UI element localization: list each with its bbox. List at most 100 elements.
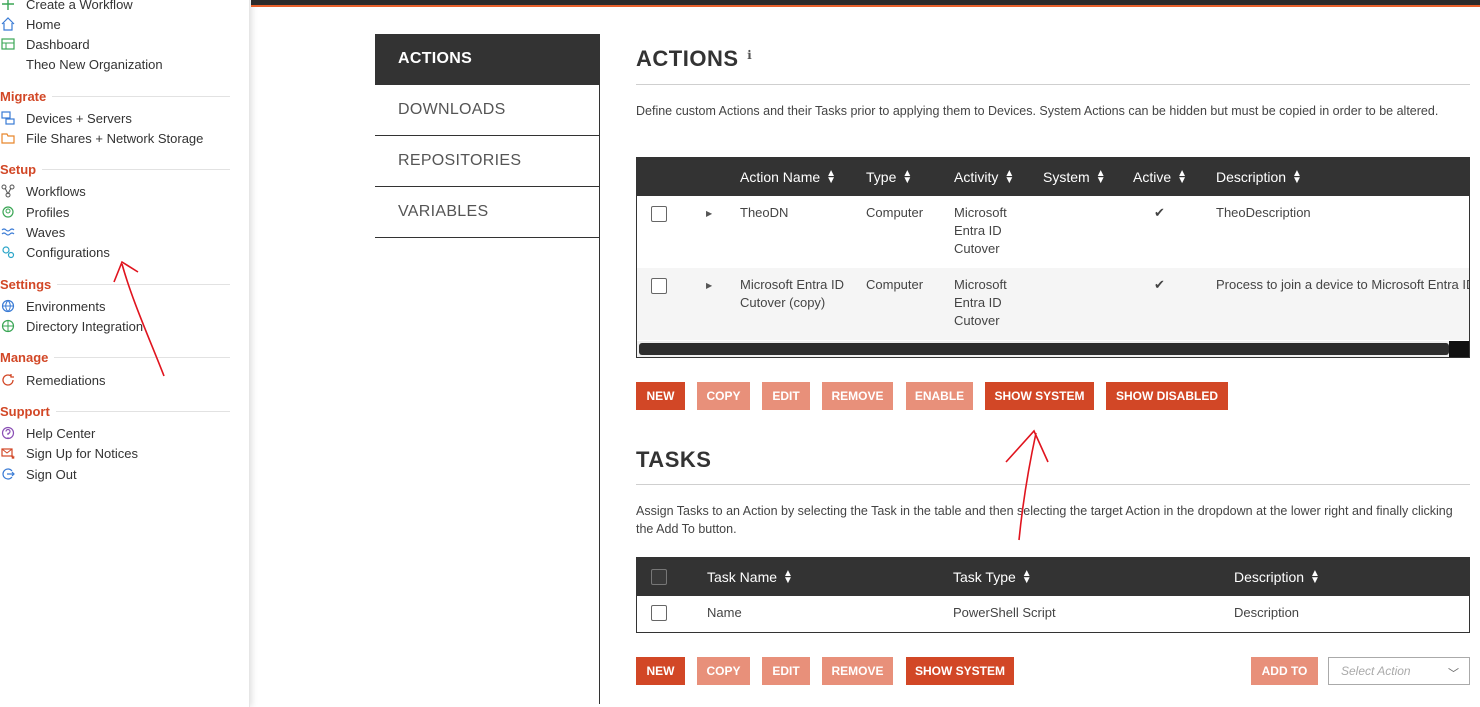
col-task-type[interactable]: Task Type ▲ ▼	[953, 558, 1032, 596]
col-description[interactable]: Description ▲ ▼	[1216, 158, 1302, 196]
waves-icon	[0, 224, 16, 240]
actions-description: Define custom Actions and their Tasks pr…	[636, 104, 1439, 118]
tabs-divider	[599, 34, 600, 704]
sidebar-item-file-shares[interactable]: File Shares + Network Storage	[0, 128, 203, 148]
sidebar-item-create-workflow[interactable]: Create a Workflow	[0, 0, 133, 14]
sidebar-item-label: File Shares + Network Storage	[26, 130, 204, 146]
globe-icon	[0, 298, 16, 314]
sidebar-item-label: Waves	[26, 224, 66, 240]
home-icon	[0, 16, 16, 32]
select-action-dropdown[interactable]: Select Action ﹀	[1328, 657, 1470, 685]
sidebar-item-configurations[interactable]: Configurations	[0, 242, 110, 262]
sidebar-item-workflows[interactable]: Workflows	[0, 181, 86, 201]
sidebar-item-label: Home	[26, 16, 61, 32]
scrollbar-thumb[interactable]	[639, 343, 1449, 355]
sidebar-item-sign-up-notices[interactable]: Sign Up for Notices	[0, 443, 138, 463]
section-migrate: Migrate	[0, 87, 230, 105]
info-icon[interactable]: ℹ	[747, 48, 752, 62]
devices-icon	[0, 110, 16, 126]
actions-enable-button[interactable]: ENABLE	[906, 382, 973, 410]
actions-copy-button[interactable]: COPY	[697, 382, 750, 410]
sidebar-item-label: Create a Workflow	[26, 0, 133, 12]
horizontal-scrollbar[interactable]	[637, 341, 1469, 357]
table-row[interactable]: ▶ Microsoft Entra ID Cutover (copy) Comp…	[637, 268, 1469, 340]
tab-variables[interactable]: VARIABLES	[375, 187, 600, 238]
sidebar-item-profiles[interactable]: Profiles	[0, 202, 69, 222]
col-activity[interactable]: Activity ▲ ▼	[954, 158, 1014, 196]
sidebar-item-sign-out[interactable]: Sign Out	[0, 464, 77, 484]
tasks-table: Task Name ▲ ▼ Task Type ▲ ▼ Description ▲ ▼ Na…	[636, 557, 1470, 633]
actions-remove-button[interactable]: REMOVE	[822, 382, 893, 410]
section-settings: Settings	[0, 275, 230, 293]
folder-icon	[0, 130, 16, 146]
help-icon	[0, 425, 16, 441]
tasks-remove-button[interactable]: REMOVE	[822, 657, 893, 685]
sidebar-item-label: Sign Up for Notices	[26, 445, 138, 461]
table-row[interactable]: ▶ TheoDN Computer Microsoft Entra ID Cut…	[637, 196, 1469, 268]
actions-show-system-button[interactable]: SHOW SYSTEM	[985, 382, 1094, 410]
sidebar-item-label: Theo New Organization	[26, 56, 163, 72]
expand-row-icon[interactable]: ▶	[706, 209, 712, 218]
expand-row-icon[interactable]: ▶	[706, 281, 712, 290]
tasks-copy-button[interactable]: COPY	[697, 657, 750, 685]
sidebar-item-help-center[interactable]: Help Center	[0, 423, 95, 443]
sidebar-item-label: Directory Integration	[26, 318, 144, 334]
col-task-description[interactable]: Description ▲ ▼	[1234, 558, 1320, 596]
tab-downloads[interactable]: DOWNLOADS	[375, 85, 600, 136]
section-support: Support	[0, 402, 230, 420]
section-manage: Manage	[0, 348, 230, 366]
tasks-divider	[636, 484, 1470, 485]
table-row[interactable]: Name PowerShell Script Description	[637, 596, 1469, 632]
remediation-icon	[0, 372, 16, 388]
select-all-checkbox[interactable]	[651, 569, 667, 585]
sidebar-item-label: Help Center	[26, 425, 96, 441]
sort-icon: ▲ ▼	[1021, 568, 1032, 586]
tab-repositories[interactable]: REPOSITORIES	[375, 136, 600, 187]
row-checkbox[interactable]	[651, 605, 667, 621]
sidebar-item-home[interactable]: Home	[0, 14, 61, 34]
sidebar-item-devices-servers[interactable]: Devices + Servers	[0, 108, 132, 128]
tasks-edit-button[interactable]: EDIT	[762, 657, 810, 685]
sidebar-item-remediations[interactable]: Remediations	[0, 370, 106, 390]
tab-actions[interactable]: ACTIONS	[375, 34, 600, 85]
actions-divider	[636, 84, 1470, 85]
active-check-icon: ✔	[1154, 277, 1165, 292]
sort-icon: ▲ ▼	[826, 168, 837, 186]
add-to-button[interactable]: ADD TO	[1251, 657, 1318, 685]
actions-new-button[interactable]: NEW	[636, 382, 685, 410]
tasks-title: TASKS	[636, 447, 712, 472]
sidebar-item-label: Dashboard	[26, 36, 90, 52]
chevron-down-icon: ﹀	[1448, 668, 1459, 680]
sidebar-item-waves[interactable]: Waves	[0, 222, 65, 242]
sidebar-item-environments[interactable]: Environments	[0, 296, 105, 316]
mail-star-icon	[0, 445, 16, 461]
actions-table-header: Action Name ▲ ▼ Type ▲ ▼ Activity ▲ ▼ System ▲ ▼…	[637, 158, 1469, 196]
actions-edit-button[interactable]: EDIT	[762, 382, 810, 410]
gears-icon	[0, 244, 16, 260]
tasks-new-button[interactable]: NEW	[636, 657, 685, 685]
sidebar-item-label: Profiles	[26, 204, 70, 220]
signout-icon	[0, 466, 16, 482]
col-type[interactable]: Type ▲ ▼	[866, 158, 912, 196]
col-action-name[interactable]: Action Name ▲ ▼	[740, 158, 836, 196]
sidebar-item-label: Remediations	[26, 372, 106, 388]
scrollbar-end	[1449, 341, 1469, 357]
sidebar-item-dashboard[interactable]: Dashboard	[0, 34, 90, 54]
sidebar-item-directory-integration[interactable]: Directory Integration	[0, 316, 143, 336]
sidebar-item-label: Configurations	[26, 244, 110, 260]
sort-icon: ▲ ▼	[783, 568, 793, 586]
col-active[interactable]: Active ▲ ▼	[1133, 158, 1187, 196]
col-task-name[interactable]: Task Name ▲ ▼	[707, 558, 793, 596]
plus-icon	[0, 0, 16, 12]
col-system[interactable]: System ▲ ▼	[1043, 158, 1106, 196]
actions-show-disabled-button[interactable]: SHOW DISABLED	[1106, 382, 1228, 410]
tasks-show-system-button[interactable]: SHOW SYSTEM	[906, 657, 1014, 685]
row-checkbox[interactable]	[651, 206, 667, 222]
tasks-table-header: Task Name ▲ ▼ Task Type ▲ ▼ Description ▲ ▼	[637, 558, 1469, 596]
sidebar: Create a Workflow Home Dashboard Theo Ne…	[0, 0, 250, 707]
actions-table: Action Name ▲ ▼ Type ▲ ▼ Activity ▲ ▼ System ▲ ▼…	[636, 157, 1470, 358]
row-checkbox[interactable]	[651, 278, 667, 294]
sort-icon: ▲ ▼	[902, 168, 913, 186]
tasks-description: Assign Tasks to an Action by selecting t…	[636, 504, 1453, 536]
network-globe-icon	[0, 318, 16, 334]
